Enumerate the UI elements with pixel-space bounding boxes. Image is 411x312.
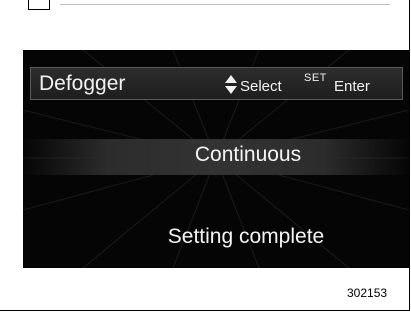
- enter-hint: Enter: [334, 78, 370, 95]
- figure-number: 302153: [347, 286, 388, 300]
- menu-title: Defogger: [39, 72, 126, 95]
- set-button-hint: SET: [304, 72, 327, 84]
- selected-option[interactable]: Continuous: [23, 142, 409, 168]
- header-bar: Defogger Select SET Enter: [30, 67, 403, 100]
- up-down-arrows-icon: [225, 75, 237, 94]
- status-message: Setting complete: [167, 225, 325, 248]
- display-screen: Defogger Select SET Enter Continuous Set…: [23, 50, 409, 268]
- select-hint: Select: [240, 78, 282, 95]
- top-fragment: [28, 0, 50, 10]
- top-divider: [60, 4, 390, 5]
